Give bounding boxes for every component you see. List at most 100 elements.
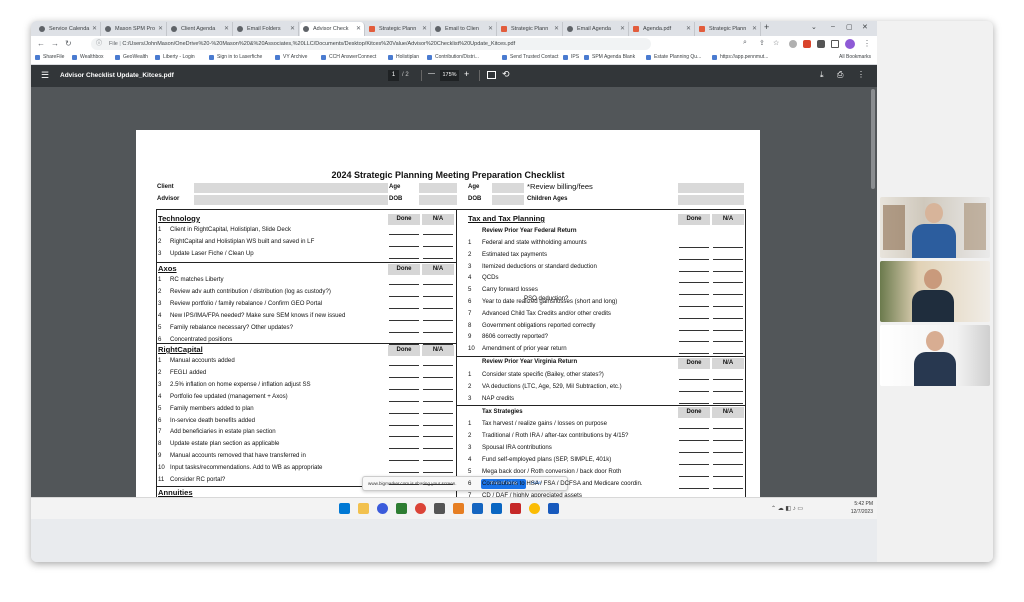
zoom-icon[interactable]: ⌕ (743, 39, 747, 47)
na-answer-line[interactable] (713, 428, 743, 429)
na-answer-line[interactable] (423, 344, 453, 345)
na-answer-line[interactable] (423, 284, 453, 285)
tab-close-icon[interactable]: ✕ (290, 22, 295, 36)
side-panel-icon[interactable] (831, 40, 839, 48)
browser-tab[interactable]: Email Agenda ✕ (564, 22, 629, 36)
done-answer-line[interactable] (679, 270, 709, 272)
scrollbar-thumb[interactable] (871, 89, 875, 189)
tab-close-icon[interactable]: ✕ (224, 22, 229, 36)
extensions-puzzle-icon[interactable] (817, 40, 825, 48)
children-field-1[interactable] (678, 183, 744, 193)
browser-tab[interactable]: Strategic Plann ✕ (366, 22, 431, 36)
done-answer-line[interactable] (389, 344, 419, 345)
browser-tab[interactable]: Strategic Plann ✕ (696, 22, 761, 36)
browser-tab[interactable]: Client Agenda ✕ (168, 22, 233, 36)
bookmark-item[interactable]: VY Archive (275, 54, 307, 60)
tab-close-icon[interactable]: ✕ (422, 22, 427, 36)
bookmark-item[interactable]: https://app.pennmut... (712, 54, 768, 60)
outlook-icon[interactable] (491, 503, 502, 514)
profile-avatar[interactable] (845, 39, 855, 49)
bookmark-item[interactable]: Sign in to Laserfiche (209, 54, 262, 60)
browser-tab[interactable]: Email to Clien ✕ (432, 22, 497, 36)
na-answer-line[interactable] (423, 376, 453, 378)
na-answer-line[interactable] (713, 317, 743, 319)
extension-icon[interactable] (789, 40, 797, 48)
dob-field-2[interactable] (492, 195, 524, 205)
fit-to-page-icon[interactable] (487, 71, 496, 79)
na-answer-line[interactable] (713, 294, 743, 296)
minimize-icon[interactable]: – (831, 23, 835, 30)
done-answer-line[interactable] (389, 332, 419, 333)
print-icon[interactable]: ⎙ (837, 70, 843, 80)
done-answer-line[interactable] (389, 296, 419, 297)
done-answer-line[interactable] (679, 464, 709, 465)
close-window-icon[interactable]: ✕ (862, 23, 868, 31)
browser-tab[interactable]: Agenda.pdf ✕ (630, 22, 695, 36)
done-answer-line[interactable] (389, 388, 419, 390)
hamburger-menu-icon[interactable]: ☰ (41, 70, 49, 81)
done-answer-line[interactable] (679, 258, 709, 260)
address-bar[interactable]: ⓘ File | C:/Users/JohnMason/OneDrive%20-… (91, 38, 651, 50)
dob-field[interactable] (419, 195, 457, 205)
children-field-2[interactable] (678, 195, 744, 205)
word-icon[interactable] (548, 503, 559, 514)
all-bookmarks[interactable]: All Bookmarks (839, 54, 871, 60)
na-answer-line[interactable] (423, 320, 453, 321)
tab-close-icon[interactable]: ✕ (158, 22, 163, 36)
bookmark-item[interactable]: GeoWealth (115, 54, 148, 60)
done-answer-line[interactable] (679, 379, 709, 380)
done-answer-line[interactable] (389, 234, 419, 235)
done-answer-line[interactable] (679, 294, 709, 296)
forward-icon[interactable]: → (51, 39, 59, 48)
done-answer-line[interactable] (679, 488, 709, 489)
browser-tab[interactable]: Email Folders ✕ (234, 22, 299, 36)
age-field-2[interactable] (492, 183, 524, 193)
system-tray-icons[interactable]: ⌃ ☁ ◧ ♪ ▭ (771, 505, 803, 512)
na-answer-line[interactable] (713, 258, 743, 260)
done-answer-line[interactable] (679, 353, 709, 355)
na-answer-line[interactable] (713, 452, 743, 453)
participant-video-3[interactable] (880, 325, 990, 386)
pdf-canvas-area[interactable]: 2024 Strategic Planning Meeting Preparat… (31, 87, 877, 497)
done-answer-line[interactable] (389, 365, 419, 366)
browser-tab[interactable]: Mason SPM Pro ✕ (102, 22, 167, 36)
menu-kebab-icon[interactable]: ⋮ (863, 39, 871, 48)
start-icon[interactable] (339, 503, 350, 514)
tab-close-icon[interactable]: ✕ (620, 22, 625, 36)
na-answer-line[interactable] (713, 379, 743, 380)
browser-tab[interactable]: Advisor Check ✕ (300, 22, 365, 36)
na-answer-line[interactable] (423, 332, 453, 333)
na-answer-line[interactable] (713, 329, 743, 331)
done-answer-line[interactable] (389, 320, 419, 321)
done-answer-line[interactable] (389, 412, 419, 414)
na-answer-line[interactable] (713, 464, 743, 465)
download-icon[interactable]: ⤓ (820, 70, 824, 80)
na-answer-line[interactable] (423, 246, 453, 247)
chrome-icon[interactable] (415, 503, 426, 514)
done-answer-line[interactable] (679, 390, 709, 392)
na-answer-line[interactable] (713, 282, 743, 284)
na-answer-line[interactable] (423, 460, 453, 462)
na-answer-line[interactable] (423, 365, 453, 366)
share-icon[interactable]: ⇪ (759, 39, 765, 47)
na-answer-line[interactable] (423, 412, 453, 414)
done-answer-line[interactable] (679, 476, 709, 477)
extension-icon[interactable] (803, 40, 811, 48)
chrome-icon[interactable] (529, 503, 540, 514)
na-answer-line[interactable] (423, 234, 453, 235)
done-answer-line[interactable] (679, 428, 709, 429)
bookmark-item[interactable]: SPM Agenda Blank (584, 54, 635, 60)
na-answer-line[interactable] (423, 388, 453, 390)
na-answer-line[interactable] (713, 341, 743, 343)
advisor-field[interactable] (194, 195, 388, 205)
bookmark-item[interactable]: IPS (563, 54, 579, 60)
tab-close-icon[interactable]: ✕ (92, 22, 97, 36)
na-answer-line[interactable] (423, 472, 453, 474)
browser-tab[interactable]: Service Calenda ✕ (36, 22, 101, 36)
browser-tab[interactable]: Strategic Plann ✕ (498, 22, 563, 36)
maximize-icon[interactable]: ▢ (846, 23, 853, 31)
done-answer-line[interactable] (389, 308, 419, 309)
app-icon[interactable] (472, 503, 483, 514)
bookmark-item[interactable]: Contribution/Distri... (427, 54, 479, 60)
na-answer-line[interactable] (423, 296, 453, 297)
